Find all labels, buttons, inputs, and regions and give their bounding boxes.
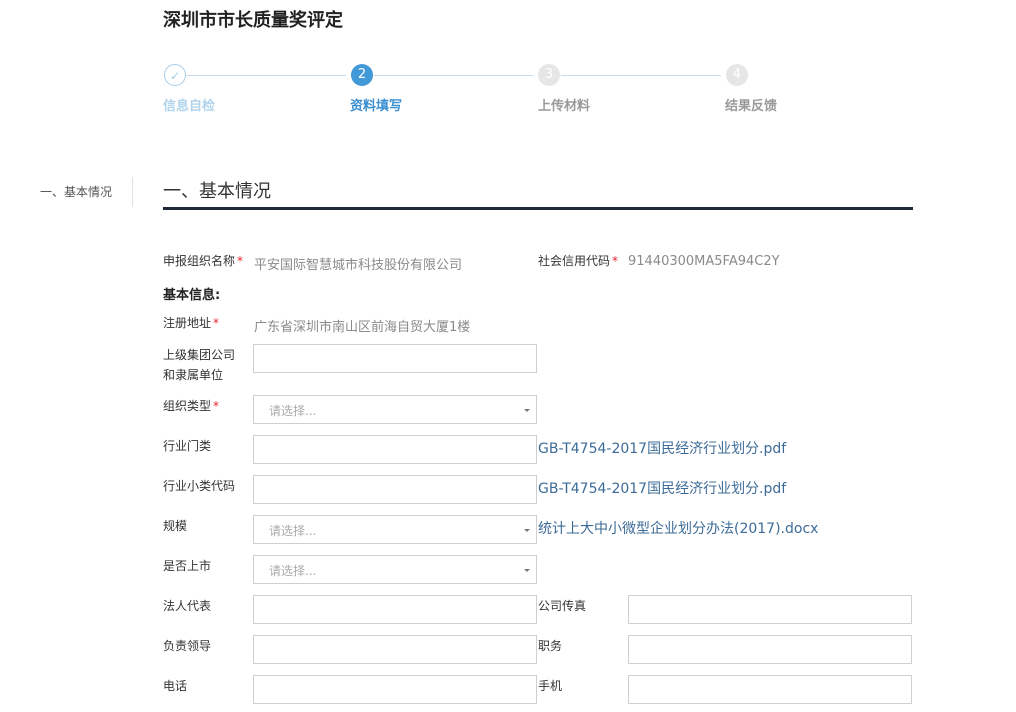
legal-rep-label: 法人代表 bbox=[163, 599, 212, 613]
credit-code-label: 社会信用代码 * bbox=[538, 251, 618, 271]
industry-category-label: 行业门类 bbox=[163, 439, 212, 453]
parent-group-label: 上级集团公司 和隶属单位 bbox=[163, 345, 235, 385]
legal-rep-input[interactable] bbox=[253, 595, 537, 624]
position-input[interactable] bbox=[628, 635, 912, 664]
org-name-value: 平安国际智慧城市科技股份有限公司 bbox=[254, 258, 463, 273]
side-nav-item-basic-info[interactable]: 一、基本情况 bbox=[40, 183, 112, 200]
industry-classification-pdf-link[interactable]: GB-T4754-2017国民经济行业划分.pdf bbox=[538, 438, 786, 458]
industry-sub-code-input[interactable] bbox=[253, 475, 537, 504]
step-4-label[interactable]: 结果反馈 bbox=[725, 95, 777, 114]
listed-label: 是否上市 bbox=[163, 559, 212, 573]
leader-input[interactable] bbox=[253, 635, 537, 664]
industry-sub-code-label: 行业小类代码 bbox=[163, 479, 236, 493]
section-title: 一、基本情况 bbox=[163, 181, 271, 202]
company-fax-label: 公司传真 bbox=[538, 599, 587, 613]
section-divider bbox=[163, 207, 913, 210]
side-nav-divider bbox=[132, 177, 133, 207]
reg-address-value: 广东省深圳市南山区前海自贸大厦1楼 bbox=[254, 320, 471, 335]
chevron-down-icon bbox=[524, 409, 530, 412]
org-type-label-text: 组织类型 bbox=[163, 399, 212, 413]
reg-address-label: 注册地址 * bbox=[163, 313, 219, 333]
step-2-label[interactable]: 资料填写 bbox=[350, 95, 402, 114]
org-type-select[interactable]: 请选择... bbox=[253, 395, 537, 424]
position-label: 职务 bbox=[538, 639, 563, 653]
basic-info-heading: 基本信息: bbox=[163, 288, 221, 303]
parent-group-label-line2: 和隶属单位 bbox=[163, 368, 224, 382]
reg-address-label-text: 注册地址 bbox=[163, 316, 212, 330]
scale-label: 规模 bbox=[163, 519, 188, 533]
org-name-label-text: 申报组织名称 bbox=[163, 254, 236, 268]
required-mark: * bbox=[213, 399, 220, 413]
step-3-number: 3 bbox=[538, 64, 560, 86]
phone-label: 电话 bbox=[163, 679, 188, 693]
listed-select[interactable]: 请选择... bbox=[253, 555, 537, 584]
step-connector bbox=[373, 75, 533, 76]
phone-input[interactable] bbox=[253, 675, 537, 704]
step-1-check-icon: ✓ bbox=[164, 64, 186, 86]
credit-code-label-text: 社会信用代码 bbox=[538, 254, 611, 268]
parent-group-input[interactable] bbox=[253, 344, 537, 373]
required-mark: * bbox=[612, 254, 619, 268]
page-title: 深圳市市长质量奖评定 bbox=[163, 10, 343, 31]
required-mark: * bbox=[237, 254, 244, 268]
required-mark: * bbox=[213, 316, 220, 330]
step-connector bbox=[561, 75, 721, 76]
step-4-number: 4 bbox=[726, 64, 748, 86]
step-2-number: 2 bbox=[351, 64, 373, 86]
step-connector bbox=[186, 75, 346, 76]
mobile-label: 手机 bbox=[538, 679, 563, 693]
credit-code-value: 91440300MA5FA94C2Y bbox=[628, 254, 780, 269]
leader-label: 负责领导 bbox=[163, 639, 212, 653]
enterprise-scale-docx-link[interactable]: 统计上大中小微型企业划分办法(2017).docx bbox=[538, 518, 818, 538]
listed-placeholder: 请选择... bbox=[269, 564, 317, 578]
company-fax-input[interactable] bbox=[628, 595, 912, 624]
org-name-label: 申报组织名称 * bbox=[163, 251, 243, 271]
parent-group-label-line1: 上级集团公司 bbox=[163, 348, 236, 362]
chevron-down-icon bbox=[524, 529, 530, 532]
org-type-placeholder: 请选择... bbox=[269, 404, 317, 418]
step-1-label[interactable]: 信息自检 bbox=[163, 95, 215, 114]
org-type-label: 组织类型 * bbox=[163, 396, 219, 416]
scale-select[interactable]: 请选择... bbox=[253, 515, 537, 544]
industry-classification-pdf-link-2[interactable]: GB-T4754-2017国民经济行业划分.pdf bbox=[538, 478, 786, 498]
mobile-input[interactable] bbox=[628, 675, 912, 704]
industry-category-input[interactable] bbox=[253, 435, 537, 464]
chevron-down-icon bbox=[524, 569, 530, 572]
scale-placeholder: 请选择... bbox=[269, 524, 317, 538]
step-3-label[interactable]: 上传材料 bbox=[538, 95, 590, 114]
